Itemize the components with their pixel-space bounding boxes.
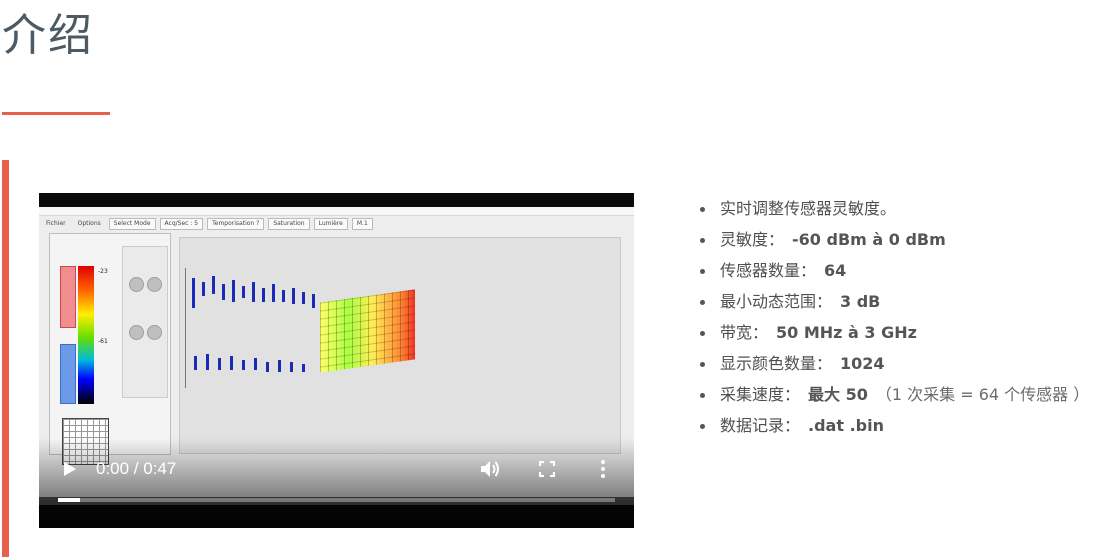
app-menu-item: Lumière	[313, 218, 348, 230]
spec-label: 最小动态范围：	[720, 292, 833, 311]
threshold-slider-red	[60, 266, 76, 328]
title-underline	[2, 112, 110, 115]
stop-icon	[147, 277, 162, 292]
app-menu-item: Options	[77, 220, 101, 227]
spec-value: 1024	[840, 354, 885, 373]
app-titlebar	[39, 207, 634, 216]
more-options-icon[interactable]	[600, 459, 606, 479]
volume-icon[interactable]	[479, 459, 501, 479]
app-button-column	[122, 246, 168, 398]
record-icon	[129, 277, 144, 292]
time-display: 0:00 / 0:47	[96, 459, 177, 478]
spec-note: （1 次采集 = 64 个传感器 ）	[875, 385, 1090, 404]
color-scale-bar	[78, 266, 94, 404]
fullscreen-icon[interactable]	[539, 461, 555, 477]
app-menubar: Fichier Options Select Mode Acq/Sec : 5 …	[42, 217, 631, 231]
spec-value: 最大 50	[808, 385, 868, 404]
list-item: 显示颜色数量： 1024	[698, 352, 1089, 383]
section-accent-bar	[2, 160, 9, 557]
spec-label: 传感器数量：	[720, 261, 817, 280]
app-menu-item: Select Mode	[108, 218, 156, 230]
play-icon[interactable]	[63, 461, 77, 477]
spec-value: .dat .bin	[808, 416, 884, 435]
spec-label: 带宽：	[720, 323, 769, 342]
scale-top-label: -23	[98, 268, 108, 275]
spec-list: 实时调整传感器灵敏度。 灵敏度： -60 dBm à 0 dBm 传感器数量： 64…	[698, 197, 1089, 445]
spec-value: -60 dBm à 0 dBm	[792, 230, 946, 249]
list-item: 传感器数量： 64	[698, 259, 1089, 290]
list-item: 实时调整传感器灵敏度。	[698, 197, 1089, 228]
scale-bottom-label: -61	[98, 338, 108, 345]
spec-value: 3 dB	[840, 292, 881, 311]
playback-icon	[129, 325, 144, 340]
video-progress-fill	[58, 498, 81, 502]
app-menu-item: Acq/Sec : 5	[159, 218, 204, 230]
list-item: 灵敏度： -60 dBm à 0 dBm	[698, 228, 1089, 259]
list-item: 采集速度： 最大 50 （1 次采集 = 64 个传感器 ）	[698, 383, 1089, 414]
threshold-slider-blue	[60, 344, 76, 404]
3d-spectrum-plot	[179, 237, 621, 454]
video-player[interactable]: Fichier Options Select Mode Acq/Sec : 5 …	[39, 193, 634, 528]
controls-overlay	[39, 438, 634, 528]
spec-value: 50 MHz à 3 GHz	[776, 323, 917, 342]
spec-label: 显示颜色数量：	[720, 354, 833, 373]
app-menu-item: Temporisation ?	[207, 218, 265, 230]
app-menu-item: Saturation	[268, 218, 310, 230]
video-progress-bar[interactable]	[58, 498, 615, 502]
spec-label: 实时调整传感器灵敏度。	[720, 199, 897, 218]
spec-label: 灵敏度：	[720, 230, 785, 249]
list-item: 数据记录： .dat .bin	[698, 414, 1089, 445]
app-menu-item: M.1	[351, 218, 373, 230]
page-title: 介绍	[2, 10, 94, 61]
list-item: 带宽： 50 MHz à 3 GHz	[698, 321, 1089, 352]
spec-label: 采集速度：	[720, 385, 801, 404]
app-menu-item: Fichier	[46, 220, 66, 227]
spec-value: 64	[824, 261, 847, 280]
list-item: 最小动态范围： 3 dB	[698, 290, 1089, 321]
pause-icon	[147, 325, 162, 340]
heatmap-blocks	[320, 289, 415, 373]
spec-label: 数据记录：	[720, 416, 801, 435]
app-left-panel: -23 -61	[49, 233, 171, 465]
